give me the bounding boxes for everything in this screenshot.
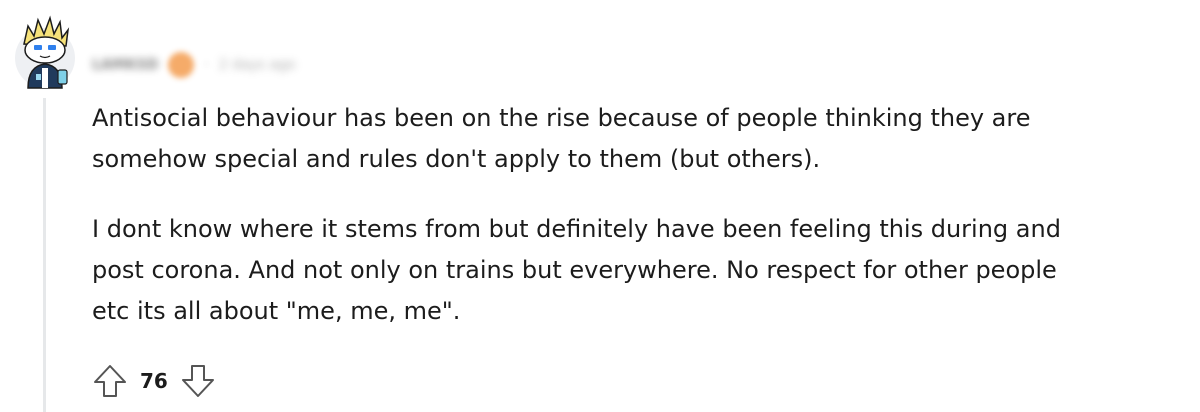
username[interactable]: LAMKSD (92, 57, 158, 73)
user-flair-icon (168, 52, 195, 78)
upvote-button[interactable] (90, 361, 130, 401)
user-avatar[interactable] (14, 12, 76, 90)
comment: LAMKSD · 2 days ago Antisocial behaviour… (0, 0, 1200, 412)
vote-bar: 76 (90, 361, 218, 401)
comment-timestamp[interactable]: 2 days ago (219, 57, 296, 73)
comment-meta: LAMKSD · 2 days ago (92, 50, 296, 80)
downvote-button[interactable] (178, 361, 218, 401)
arrow-up-icon (94, 365, 126, 397)
meta-separator: · (204, 57, 209, 73)
vote-score: 76 (140, 369, 168, 393)
comment-paragraph-2: I dont know where it stems from but defi… (92, 215, 1061, 325)
arrow-down-icon (181, 365, 214, 397)
comment-body: Antisocial behaviour has been on the ris… (92, 98, 1182, 332)
thread-line[interactable] (43, 98, 46, 412)
snoo-avatar-icon (15, 15, 75, 89)
comment-paragraph-1: Antisocial behaviour has been on the ris… (92, 104, 1031, 173)
